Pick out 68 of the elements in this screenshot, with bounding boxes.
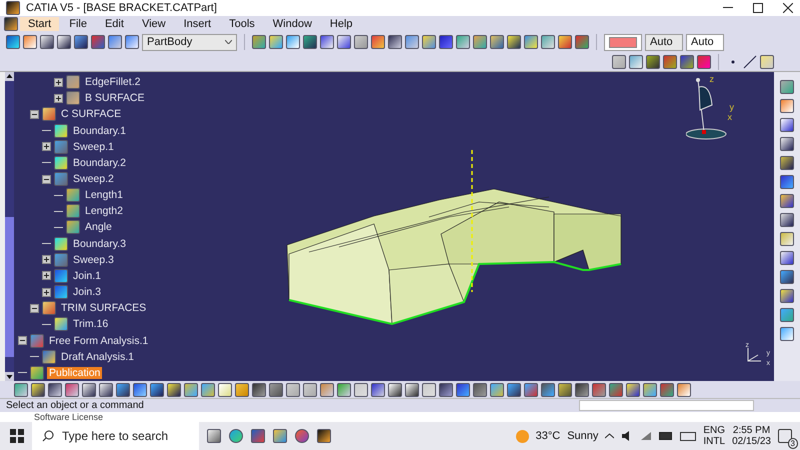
background-window-text: Software License (34, 412, 104, 422)
linetype-dropdown[interactable]: Auto (686, 34, 724, 50)
menu-item[interactable]: Start (20, 17, 60, 31)
tree-item[interactable]: Free Form Analysis.1 (47, 334, 150, 347)
tree-item[interactable]: Sweep.3 (71, 254, 116, 266)
notification-count: 3 (788, 438, 798, 449)
tree-item[interactable]: EdgeFillet.2 (83, 76, 142, 88)
window-title: CATIA V5 - [BASE BRACKET.CATPart] (26, 2, 217, 14)
thickness-dropdown[interactable]: Auto (645, 34, 683, 50)
color-swatch (609, 36, 637, 48)
keyboard-layout[interactable]: INTL (703, 436, 726, 447)
axis-triad-icon (746, 347, 762, 363)
tree-item[interactable]: Join.1 (71, 270, 104, 282)
scroll-up-icon[interactable] (5, 72, 14, 81)
tree-item[interactable]: Boundary.2 (71, 156, 128, 169)
expand-toggle[interactable] (42, 271, 51, 280)
input-language[interactable]: ENG (703, 425, 726, 436)
menu-item[interactable]: Insert (176, 17, 220, 31)
chevron-up-icon[interactable] (605, 433, 614, 439)
tree-item[interactable]: Length2 (83, 205, 125, 218)
battery-icon[interactable] (659, 432, 674, 440)
tree-item[interactable]: Angle (83, 221, 114, 234)
taskbar-search-field[interactable]: Type here to search (32, 422, 199, 450)
expand-toggle[interactable] (30, 304, 39, 313)
status-message: Select an object or a command (6, 400, 144, 411)
keyboard-icon[interactable] (680, 432, 696, 440)
clock-time[interactable]: 2:55 PM (732, 425, 770, 436)
tree-item[interactable]: Sweep.2 (71, 173, 116, 186)
expand-toggle[interactable] (42, 288, 51, 297)
menu-item[interactable]: Window (264, 17, 320, 31)
wifi-icon[interactable] (640, 431, 652, 441)
expand-toggle[interactable] (54, 78, 63, 87)
menu-item[interactable]: View (134, 17, 174, 31)
axis-label: x (728, 112, 732, 122)
body-dropdown[interactable]: PartBody (142, 34, 237, 50)
expand-toggle[interactable] (42, 174, 51, 184)
clock-date[interactable]: 02/15/23 (732, 436, 771, 447)
tree-item[interactable]: Length1 (83, 189, 125, 202)
tree-item[interactable]: C SURFACE (59, 108, 124, 120)
expand-toggle[interactable] (54, 94, 63, 103)
weather-condition: Sunny (567, 430, 598, 442)
axis-label: z (710, 74, 714, 84)
chevron-icon (225, 40, 232, 44)
tree-item[interactable]: Draft Analysis.1 (59, 350, 136, 363)
tree-item[interactable]: B SURFACE (83, 92, 147, 104)
search-icon (42, 430, 54, 442)
menu-item[interactable]: File (61, 17, 95, 31)
line-icon[interactable] (743, 54, 757, 68)
temperature: 33°C (536, 430, 560, 442)
expand-toggle[interactable] (30, 110, 39, 119)
tree-item[interactable]: Sweep.1 (71, 140, 116, 153)
tree-item[interactable]: Boundary.1 (71, 124, 128, 137)
menu-item[interactable]: Help (322, 17, 361, 31)
expand-toggle[interactable] (18, 336, 27, 346)
expand-toggle[interactable] (42, 255, 51, 264)
scroll-down-icon[interactable] (5, 372, 14, 381)
expand-toggle[interactable] (42, 142, 51, 152)
menu-item[interactable]: Tools (221, 17, 263, 31)
menu-item[interactable]: Edit (96, 17, 132, 31)
tree-item[interactable]: Trim.16 (71, 318, 110, 330)
windows-start-icon[interactable] (10, 429, 24, 443)
tree-item[interactable]: TRIM SURFACES (59, 302, 148, 314)
tree-item[interactable]: Boundary.3 (71, 238, 128, 250)
tree-item[interactable]: Join.3 (71, 286, 104, 298)
axis-label: y (730, 102, 734, 112)
scrollbar-thumb[interactable] (5, 217, 14, 357)
command-input-field[interactable] (579, 400, 754, 411)
color-dropdown[interactable] (604, 34, 642, 50)
